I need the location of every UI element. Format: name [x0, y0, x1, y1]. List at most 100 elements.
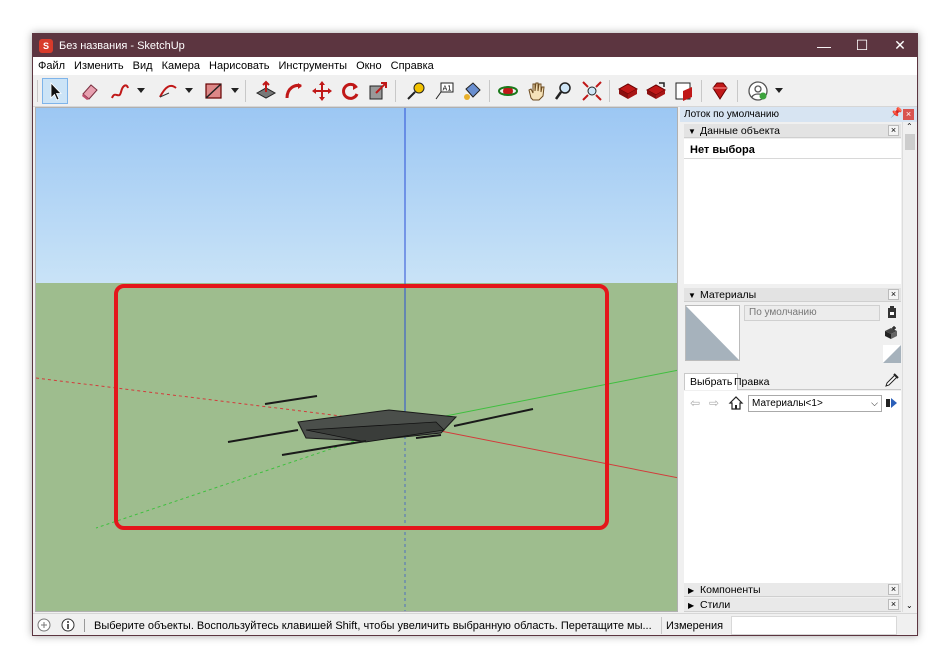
materials-panel: По умолчанию Выбрать Правка ⇦ ⇨ Материал… [684, 303, 901, 592]
entity-info-header[interactable]: ▼ Данные объекта × [684, 124, 901, 138]
expand-right-icon: ▶ [688, 601, 695, 610]
tray-scrollbar[interactable]: ⌃ ⌄ [902, 122, 916, 612]
menu-tools[interactable]: Инструменты [278, 60, 347, 72]
warehouse-icon[interactable] [615, 78, 641, 104]
styles-close-button[interactable]: × [888, 599, 899, 610]
zoom-tool-icon[interactable] [551, 78, 577, 104]
title-bar: S Без названия - SketchUp — ☐ ✕ [33, 34, 917, 57]
back-arrow-icon[interactable]: ⇦ [690, 396, 700, 410]
arc-tool-icon[interactable] [155, 78, 181, 104]
tape-measure-icon[interactable] [403, 78, 429, 104]
eyedropper-icon[interactable] [883, 373, 899, 389]
rotate-tool-icon[interactable] [337, 78, 363, 104]
freehand-tool-icon[interactable] [107, 78, 133, 104]
rectangle-dropdown[interactable] [231, 88, 239, 93]
forward-arrow-icon[interactable]: ⇨ [709, 396, 719, 410]
scroll-up-icon[interactable]: ⌃ [906, 122, 913, 131]
share-model-icon[interactable] [643, 78, 669, 104]
main-toolbar: A1 [33, 75, 917, 107]
default-tray: Лоток по умолчанию 📌 × ▼ Данные объекта ×… [680, 107, 917, 612]
status-bar: Выберите объекты. Воспользуйтесь клавише… [33, 613, 917, 635]
material-name-field[interactable]: По умолчанию [744, 305, 880, 321]
components-title: Компоненты [700, 584, 761, 596]
ruby-icon[interactable] [707, 78, 733, 104]
entity-info-panel: Нет выбора [684, 139, 901, 284]
move-tool-icon[interactable] [309, 78, 335, 104]
paint-can-icon[interactable] [885, 305, 899, 319]
geo-location-icon[interactable] [37, 618, 51, 632]
materials-library-panel: ⇦ ⇨ Материалы<1> ⌵ [684, 391, 901, 592]
window-title: Без названия - SketchUp [59, 39, 185, 52]
sketchup-logo-icon: S [39, 38, 53, 53]
select-tool-icon[interactable] [42, 78, 68, 104]
scale-tool-icon[interactable] [365, 78, 391, 104]
info-icon[interactable] [61, 618, 75, 632]
rectangle-tool-icon[interactable] [201, 78, 227, 104]
menu-bar: Файл Изменить Вид Камера Нарисовать Инст… [33, 57, 917, 75]
status-divider [84, 619, 85, 632]
styles-title: Стили [700, 599, 731, 611]
expand-down-icon: ▼ [688, 291, 696, 300]
scroll-thumb[interactable] [905, 134, 915, 150]
maximize-button[interactable]: ☐ [843, 34, 881, 57]
materials-header[interactable]: ▼ Материалы × [684, 288, 901, 302]
library-select[interactable]: Материалы<1> ⌵ [748, 395, 882, 412]
paint-bucket-icon[interactable] [459, 78, 485, 104]
toolbar-separator [489, 80, 490, 102]
materials-close-button[interactable]: × [888, 289, 899, 300]
menu-camera[interactable]: Камера [162, 60, 200, 72]
account-icon[interactable] [745, 78, 771, 104]
push-pull-tool-icon[interactable] [253, 78, 279, 104]
pin-icon[interactable]: 📌 [890, 108, 902, 119]
scene-canvas [36, 108, 677, 611]
menu-draw[interactable]: Нарисовать [209, 60, 269, 72]
chevron-down-icon: ⌵ [871, 398, 878, 408]
tray-close-button[interactable]: × [903, 109, 914, 120]
measurements-input[interactable] [731, 616, 897, 635]
flat-model[interactable] [227, 395, 534, 456]
materials-tabs: Выбрать Правка [684, 373, 901, 390]
menu-edit[interactable]: Изменить [74, 60, 124, 72]
highlight-frame [114, 284, 609, 530]
minimize-button[interactable]: — [805, 34, 843, 57]
entity-info-close-button[interactable]: × [888, 125, 899, 136]
styles-header[interactable]: ▶ Стили × [684, 598, 901, 612]
create-material-icon[interactable] [883, 325, 899, 341]
default-material-swatch[interactable] [883, 345, 901, 363]
selection-status: Нет выбора [684, 139, 901, 159]
menu-help[interactable]: Справка [391, 60, 434, 72]
orbit-tool-icon[interactable] [495, 78, 521, 104]
components-close-button[interactable]: × [888, 584, 899, 595]
status-divider [661, 617, 662, 634]
drawing-viewport[interactable] [35, 107, 678, 612]
eraser-tool-icon[interactable] [77, 78, 103, 104]
svg-text:A1: A1 [443, 85, 452, 93]
zoom-extents-icon[interactable] [579, 78, 605, 104]
freehand-dropdown[interactable] [137, 88, 145, 93]
text-tool-icon[interactable]: A1 [431, 78, 457, 104]
toolbar-separator [701, 80, 702, 102]
follow-me-tool-icon[interactable] [281, 78, 307, 104]
components-header[interactable]: ▶ Компоненты × [684, 583, 901, 597]
tray-title: Лоток по умолчанию [680, 107, 917, 122]
menu-window[interactable]: Окно [356, 60, 382, 72]
toolbar-grip [37, 80, 38, 102]
pan-tool-icon[interactable] [523, 78, 549, 104]
menu-view[interactable]: Вид [133, 60, 153, 72]
scroll-down-icon[interactable]: ⌄ [906, 601, 913, 610]
account-dropdown[interactable] [775, 88, 783, 93]
home-icon[interactable] [728, 395, 744, 411]
material-preview[interactable] [685, 305, 740, 361]
menu-file[interactable]: Файл [38, 60, 65, 72]
arc-dropdown[interactable] [185, 88, 193, 93]
extension-warehouse-icon[interactable] [671, 78, 697, 104]
close-button[interactable]: ✕ [881, 34, 917, 57]
materials-title: Материалы [700, 289, 757, 301]
details-arrow-icon[interactable] [885, 396, 899, 410]
toolbar-separator [737, 80, 738, 102]
sketchup-window: S Без названия - SketchUp — ☐ ✕ Файл Изм… [32, 33, 918, 636]
expand-right-icon: ▶ [688, 586, 695, 595]
toolbar-separator [395, 80, 396, 102]
tab-edit[interactable]: Правка [730, 375, 773, 390]
expand-down-icon: ▼ [688, 127, 696, 136]
